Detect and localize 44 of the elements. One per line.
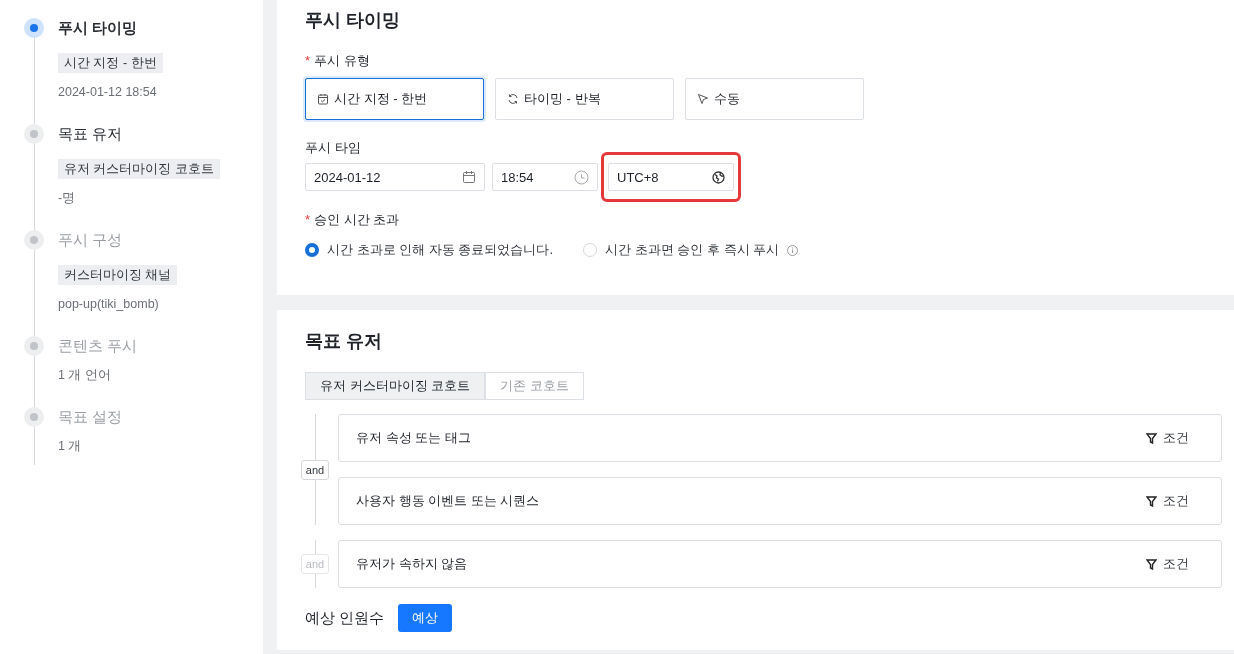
field-label: * 승인 시간 초과 [305,211,401,229]
refresh-icon [507,93,519,105]
condition-button[interactable]: 조건 [1146,492,1189,510]
push-type-option[interactable]: 수동 [685,78,864,120]
date-field[interactable]: 2024-01-12 [305,163,485,191]
step-detail: -명 [58,190,76,207]
timezone-field[interactable]: UTC+8 [608,163,734,191]
radio-button[interactable] [305,243,319,257]
step-tag: 시간 지정 - 한번 [58,53,163,73]
radio-label[interactable]: 시간 초과로 인해 자동 종료되었습니다. [327,241,554,259]
field-label: 푸시 타임 [305,139,362,157]
condition-label: 유저 속성 또는 태그 [356,429,471,447]
push-type-option[interactable]: 타이밍 - 반복 [495,78,674,120]
filter-icon [1146,432,1157,444]
step-title[interactable]: 푸시 타이밍 [58,17,138,39]
condition-label: 유저가 속하지 않음 [356,555,468,573]
filter-icon [1146,495,1157,507]
estimate-label: 예상 인원수 [305,608,385,628]
time-field[interactable]: 18:54 [492,163,598,191]
globe-icon [712,170,725,184]
cohort-tab[interactable]: 유저 커스터마이징 코호트 [305,372,486,400]
step-tag: 유저 커스터마이징 코호트 [58,159,220,179]
cursor-icon [697,93,709,105]
info-icon [787,244,799,256]
section-title: 푸시 타이밍 [305,9,401,32]
step-tag: 커스터마이징 채널 [58,265,178,285]
clock-icon [574,169,589,185]
calendar-icon [462,170,476,184]
push-type-option[interactable]: 시간 지정 - 한번 [305,78,484,120]
radio-label[interactable]: 시간 초과면 승인 후 즉시 푸시 [605,241,780,259]
field-label: * 푸시 유형 [305,52,371,70]
section-title: 목표 유저 [305,330,383,353]
condition-button[interactable]: 조건 [1146,555,1189,573]
estimate-button[interactable]: 예상 [398,604,453,632]
step-detail: 2024-01-12 18:54 [58,84,157,101]
step-detail: 1 개 언어 [58,367,111,384]
calendar-check-icon [317,93,329,105]
and-operator-button[interactable]: and [301,459,329,480]
condition-label: 사용자 행동 이벤트 또는 시퀀스 [356,492,540,510]
step-detail: 1 개 [58,438,82,455]
step-title[interactable]: 목표 유저 [58,123,123,145]
filter-icon [1146,558,1157,570]
condition-button[interactable]: 조건 [1146,429,1189,447]
step-detail: pop-up(tiki_bomb) [58,296,159,313]
